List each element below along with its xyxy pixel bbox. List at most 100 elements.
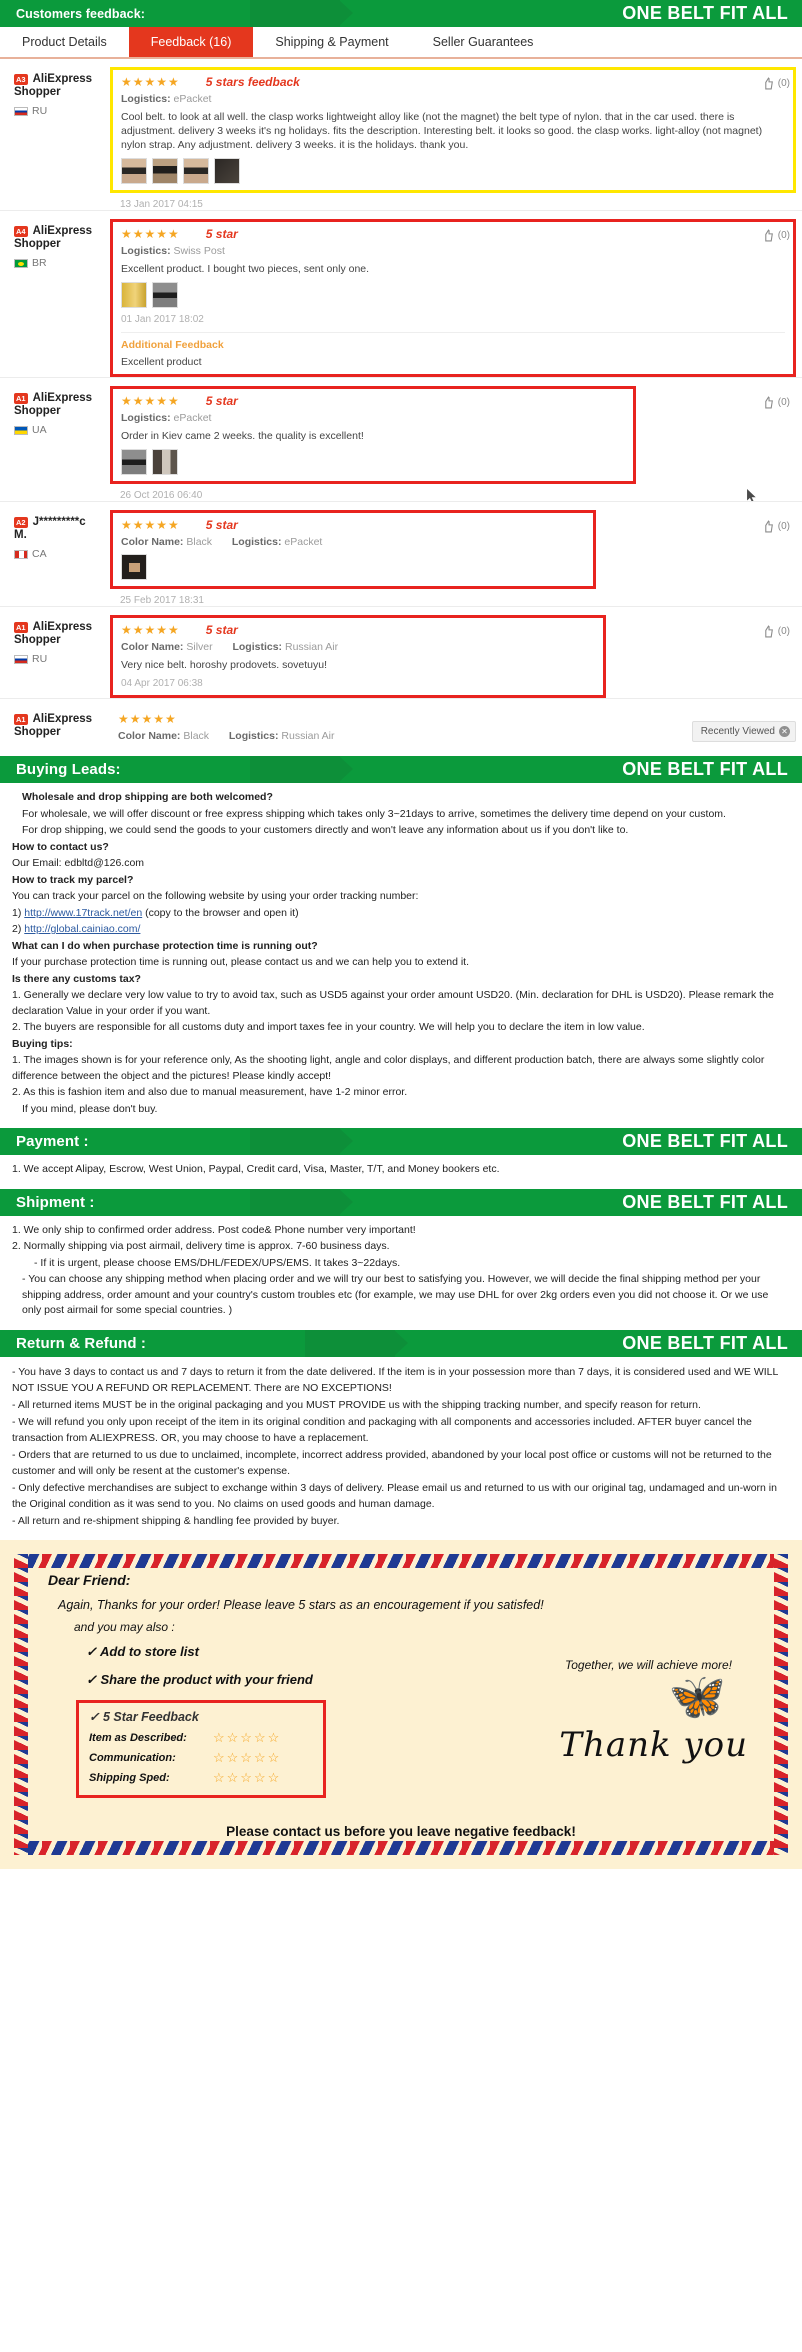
rating-annotation: 5 stars feedback [205, 75, 300, 89]
track-link-cainiao[interactable]: http://global.cainiao.com/ [24, 923, 140, 935]
five-star-feedback-box: ✓ 5 Star Feedback Item as Described: ☆☆☆… [76, 1699, 326, 1798]
close-icon[interactable]: ✕ [779, 726, 790, 737]
tab-seller-guarantees[interactable]: Seller Guarantees [411, 27, 556, 57]
shipment-content: 1. We only ship to confirmed order addre… [0, 1216, 802, 1330]
butterfly-icon: 🦋 [668, 1669, 726, 1722]
contact-before-negative-feedback-note: Please contact us before you leave negat… [226, 1823, 576, 1839]
logistics-value: ePacket [173, 93, 212, 105]
banner-arrow-shape [250, 1188, 353, 1216]
feedback-photo-thumbnail[interactable] [121, 158, 147, 184]
logistics-label: Logistics: [121, 93, 171, 105]
rating-annotation: 5 star [205, 227, 238, 241]
logistics-value: Swiss Post [173, 245, 225, 257]
tab-shipping-payment[interactable]: Shipping & Payment [253, 27, 410, 57]
color-name-label: Color Name: [121, 536, 184, 548]
banner-arrow-shape [305, 1329, 408, 1357]
feedback-photo-thumbnail[interactable] [152, 158, 178, 184]
product-tabs: Product Details Feedback (16) Shipping &… [0, 27, 802, 59]
logistics-label: Logistics: [231, 536, 282, 548]
rating-stars-communication[interactable]: ☆☆☆☆☆ [213, 1750, 281, 1766]
faq-answer-customs-2: 2. The buyers are responsible for all cu… [12, 1021, 645, 1033]
rating-stars-item-as-described[interactable]: ☆☆☆☆☆ [213, 1730, 281, 1746]
banner-buying-leads-left-label: Buying Leads: [16, 761, 121, 778]
thank-you-script-text: Thank you [559, 1724, 748, 1765]
thumbs-up-icon [765, 625, 773, 638]
feedback-body: ★★★★★ 5 stars feedback Logistics: ePacke… [110, 67, 802, 210]
feedback-card-highlight-red: ★★★★★ 5 star Color Name: Silver Logistic… [110, 615, 606, 698]
banner-customers-feedback: Customers feedback: ONE BELT FIT ALL [0, 0, 802, 27]
feedback-list: A3 AliExpress Shopper RU ★★★★★ 5 stars f… [0, 59, 802, 756]
rating-stars: ★★★★★ [121, 518, 180, 532]
rating-stars: ★★★★★ [118, 712, 177, 726]
banner-shipment-left-label: Shipment : [16, 1193, 95, 1211]
reviewer-info: A1 AliExpress Shopper [0, 707, 110, 748]
feedback-thumbnails [121, 449, 625, 475]
color-name-label: Color Name: [121, 641, 184, 653]
faq-answer-customs-1: 1. Generally we declare very low value t… [12, 989, 774, 1017]
track-link-1-note: (copy to the browser and open it) [145, 906, 299, 919]
rating-row: Item as Described: ☆☆☆☆☆ [89, 1730, 313, 1746]
rating-annotation: 5 star [205, 623, 238, 637]
feedback-photo-thumbnail[interactable] [121, 282, 147, 308]
thank-you-greeting: Dear Friend: [48, 1571, 131, 1588]
feedback-date: 26 Oct 2016 06:40 [120, 490, 203, 501]
feedback-text: Very nice belt. horoshy prodovets. sovet… [121, 659, 328, 671]
color-name-value: Black [183, 730, 210, 742]
feedback-card-highlight-red: ★★★★★ 5 star Logistics: Swiss Post Excel… [110, 219, 796, 377]
refund-line-1: - You have 3 days to contact us and 7 da… [12, 1365, 778, 1394]
reviewer-name-line2: Shopper [14, 726, 61, 738]
helpful-vote-control[interactable]: (0) [762, 229, 790, 242]
banner-arrow-shape [250, 0, 353, 27]
rating-stars-shipping-speed[interactable]: ☆☆☆☆☆ [213, 1770, 281, 1786]
reviewer-name: AliExpress [32, 392, 93, 404]
faq-answer-wholesale-1: For wholesale, we will offer discount or… [22, 807, 726, 820]
feedback-photo-thumbnail[interactable] [214, 158, 240, 184]
tab-feedback[interactable]: Feedback (16) [128, 27, 254, 57]
logistics-label: Logistics: [121, 412, 171, 424]
banner-feedback-left-label: Customers feedback: [16, 6, 146, 21]
feedback-row: A1 AliExpress Shopper RU ★★★★★ 5 star Co… [0, 606, 802, 698]
product-feedback-page: Customers feedback: ONE BELT FIT ALL Pro… [0, 0, 802, 1869]
tab-product-details[interactable]: Product Details [0, 27, 129, 57]
feedback-thumbnails [121, 554, 585, 580]
airmail-border-top [14, 1553, 788, 1568]
refund-line-2: - All returned items MUST be in the orig… [12, 1398, 701, 1411]
helpful-vote-control[interactable]: (0) [762, 77, 790, 90]
airmail-border-right [774, 1553, 788, 1855]
faq-answer-wholesale-2: For drop shipping, we could send the goo… [22, 824, 629, 836]
feedback-photo-thumbnail[interactable] [152, 449, 178, 475]
reviewer-level-badge: A1 [14, 714, 28, 725]
rating-annotation: 5 star [205, 518, 238, 532]
feedback-thumbnails [121, 158, 785, 184]
reviewer-level-badge: A4 [14, 226, 28, 237]
reviewer-name-line2: Shopper [14, 634, 61, 646]
buying-tip-1: 1. The images shown is for your referenc… [12, 1054, 765, 1082]
reviewer-name-line2: Shopper [14, 405, 61, 417]
recently-viewed-widget[interactable]: Recently Viewed ✕ [691, 721, 796, 742]
reviewer-country: CA [32, 548, 47, 560]
buying-tip-3: If you mind, please don't buy. [22, 1102, 158, 1115]
faq-question-wholesale: Wholesale and drop shipping are both wel… [22, 791, 273, 803]
helpful-vote-control[interactable]: (0) [762, 396, 790, 409]
refund-line-3: - We will refund you only upon receipt o… [12, 1415, 752, 1444]
feedback-photo-thumbnail[interactable] [121, 554, 147, 580]
country-flag-icon [14, 106, 28, 116]
feedback-text: Order in Kiev came 2 weeks. the quality … [121, 430, 364, 442]
feedback-photo-thumbnail[interactable] [183, 158, 209, 184]
banner-payment: Payment : ONE BELT FIT ALL [0, 1128, 802, 1155]
thumbs-up-icon [765, 396, 773, 409]
feedback-row: A3 AliExpress Shopper RU ★★★★★ 5 stars f… [0, 59, 802, 210]
rating-stars: ★★★★★ [121, 623, 180, 637]
banner-return-left-label: Return & Refund : [16, 1334, 147, 1352]
track-link-17track[interactable]: http://www.17track.net/en [24, 907, 142, 919]
feedback-photo-thumbnail[interactable] [152, 282, 178, 308]
helpful-count: (0) [777, 397, 790, 408]
shipment-line-1: 1. We only ship to confirmed order addre… [12, 1223, 416, 1236]
feedback-photo-thumbnail[interactable] [121, 449, 147, 475]
helpful-vote-control[interactable]: (0) [762, 625, 790, 638]
helpful-vote-control[interactable]: (0) [762, 520, 790, 533]
faq-answer-protection: If your purchase protection time is runn… [12, 956, 470, 968]
feedback-card-highlight-red: ★★★★★ 5 star Logistics: ePacket Order in… [110, 386, 636, 484]
feedback-body: ★★★★★ 5 star Logistics: ePacket Order in… [110, 386, 802, 501]
feedback-body: ★★★★★ 5 star Color Name: Silver Logistic… [110, 615, 802, 698]
